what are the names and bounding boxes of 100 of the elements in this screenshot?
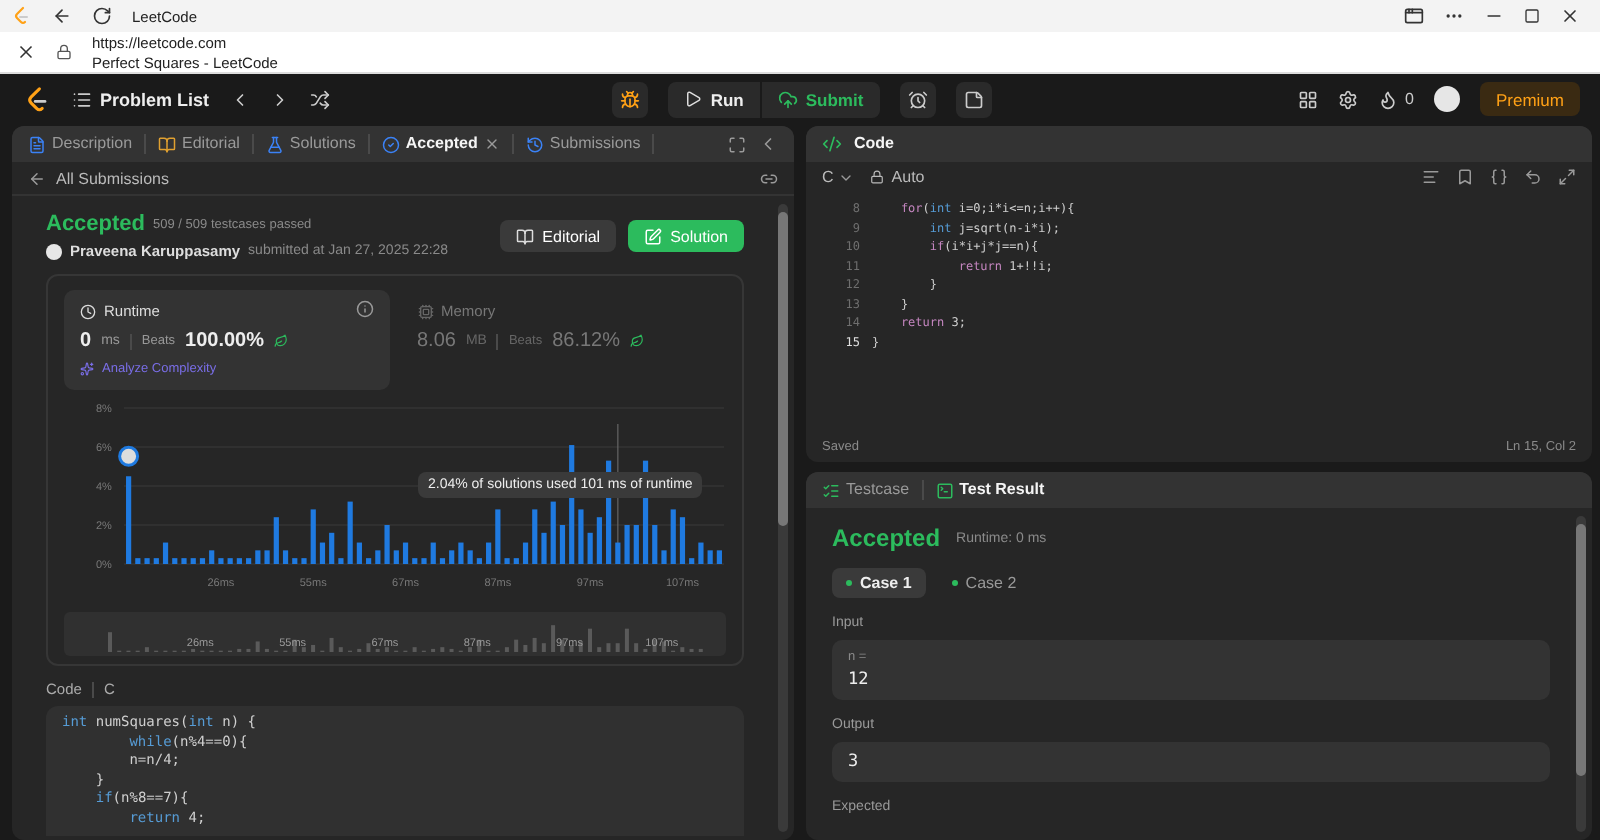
format-icon[interactable]: [1422, 168, 1440, 186]
chart-bar: [679, 517, 686, 564]
chart-bar: [541, 532, 547, 564]
chart-bar: [209, 550, 215, 564]
refresh-icon[interactable]: [92, 6, 112, 26]
checklist-icon: [822, 481, 840, 499]
undo-icon[interactable]: [1524, 168, 1542, 186]
chart-bar: [402, 542, 409, 564]
user-marker-icon: [118, 445, 140, 467]
case-tab[interactable]: Case 2: [937, 568, 1031, 598]
settings-icon[interactable]: [1337, 89, 1358, 109]
panel-tab[interactable]: Test Result: [935, 480, 1057, 500]
notes-button[interactable]: [955, 81, 992, 117]
lock-icon: [869, 170, 884, 184]
chart-bar: [347, 501, 353, 564]
panel-tab[interactable]: Testcase: [822, 480, 924, 500]
back-icon[interactable]: [28, 169, 46, 187]
chart-bar: [532, 509, 538, 564]
problem-list-link[interactable]: Problem List: [100, 89, 210, 109]
chart-bar: [615, 542, 621, 564]
scrollbar[interactable]: [1576, 516, 1586, 832]
pen-icon: [644, 227, 663, 245]
close-icon[interactable]: [16, 42, 36, 62]
mode-label: Auto: [891, 168, 925, 186]
premium-button[interactable]: Premium: [1479, 82, 1580, 116]
chart-bar: [559, 525, 566, 564]
chart-bar: [439, 558, 446, 564]
panel-tab[interactable]: Submissions: [525, 134, 655, 154]
chart-bar: [356, 542, 362, 564]
panel-tab[interactable]: Code: [854, 134, 906, 154]
expand-icon[interactable]: [1558, 168, 1576, 186]
chart-bar: [199, 558, 206, 564]
chart-bar: [264, 550, 270, 564]
book-icon: [158, 135, 177, 153]
terminal-icon: [935, 481, 954, 499]
chart-bar: [393, 550, 399, 564]
chart-bar: [282, 550, 289, 564]
chart-bar: [513, 558, 519, 564]
bookmark-icon[interactable]: [1456, 168, 1474, 186]
panel-tab[interactable]: Accepted: [381, 134, 514, 154]
chart-bar: [421, 558, 427, 564]
chart-bar: [301, 558, 307, 564]
chart-bar: [596, 517, 602, 564]
beats-value: 100.00%: [185, 330, 265, 352]
logo-icon[interactable]: [24, 85, 52, 113]
link-icon[interactable]: [760, 169, 778, 187]
all-submissions-link[interactable]: All Submissions: [56, 169, 169, 187]
input-value: 12: [848, 670, 871, 690]
chart-bar: [292, 558, 298, 564]
chart-bar: [661, 550, 667, 564]
chart-bar: [172, 558, 178, 564]
chart-bar: [633, 525, 639, 564]
scrollbar[interactable]: [778, 204, 788, 832]
submit-button[interactable]: Submit: [761, 81, 880, 117]
leaf-icon: [274, 334, 289, 348]
chart-bar: [522, 542, 529, 564]
chart-bar: [449, 550, 455, 564]
chart-bar: [476, 558, 482, 564]
panel-tab[interactable]: Description: [28, 134, 147, 154]
chart-bar: [135, 558, 141, 564]
chart-bar: [430, 542, 436, 564]
note-icon: [963, 89, 984, 109]
timer-button[interactable]: [899, 81, 936, 117]
chart-bar: [458, 542, 464, 564]
chart-bar: [698, 542, 704, 564]
chart-bar: [624, 525, 630, 564]
list-icon: [72, 89, 92, 109]
language-select[interactable]: C: [822, 168, 854, 186]
case-tab[interactable]: Case 1: [832, 568, 926, 598]
chart-bar: [273, 517, 279, 564]
chart-bar: [716, 550, 722, 564]
chart-bar: [227, 558, 233, 564]
status-text: Accepted: [46, 212, 146, 236]
chart-bar: [467, 550, 473, 564]
flame-icon: [1377, 89, 1398, 109]
chart-bar: [144, 558, 150, 564]
info-icon[interactable]: [355, 300, 373, 318]
beats-value: 86.12%: [552, 330, 621, 352]
panel-tab[interactable]: Editorial: [158, 134, 254, 154]
sparkle-icon: [80, 362, 94, 376]
code-icon: [822, 134, 842, 154]
fullscreen-icon[interactable]: [728, 135, 746, 153]
chart-bar: [181, 558, 187, 564]
chart-bar: [689, 558, 695, 564]
chart-bar: [550, 501, 556, 564]
braces-icon[interactable]: [1490, 168, 1508, 186]
avatar[interactable]: [1433, 86, 1460, 112]
chart-bar: [255, 550, 261, 564]
maximize-icon[interactable]: [1524, 8, 1540, 24]
back-icon[interactable]: [52, 6, 72, 26]
cloud-upload-icon: [777, 89, 798, 109]
panel-tab[interactable]: Solutions: [265, 134, 370, 154]
debug-button[interactable]: [612, 81, 649, 117]
chart-bar: [504, 558, 510, 564]
close-icon[interactable]: [1560, 6, 1580, 26]
app-window-icon[interactable]: [1404, 6, 1424, 26]
shuffle-icon[interactable]: [309, 89, 330, 109]
run-button[interactable]: Run: [668, 81, 760, 117]
editorial-button[interactable]: Editorial: [500, 220, 617, 252]
grid-icon[interactable]: [1297, 89, 1318, 109]
